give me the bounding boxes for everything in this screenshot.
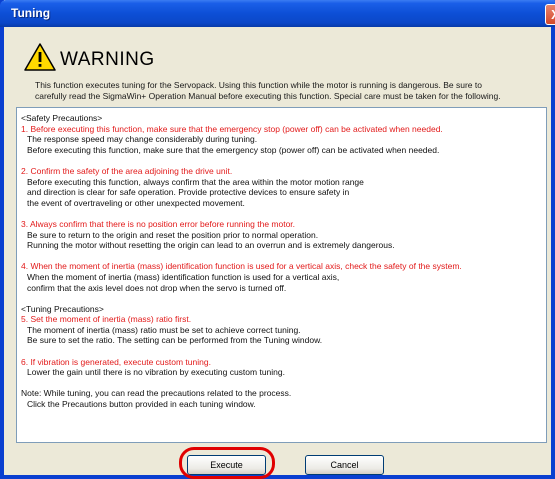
- precaution-4-title: 4. When the moment of inertia (mass) ide…: [21, 261, 462, 272]
- precaution-5-title: 5. Set the moment of inertia (mass) rati…: [21, 314, 192, 325]
- intro-text: This function executes tuning for the Se…: [35, 80, 550, 102]
- precaution-text: Before executing this function, make sur…: [27, 144, 440, 155]
- execute-button[interactable]: Execute: [187, 455, 266, 475]
- precaution-text: Lower the gain until there is no vibrati…: [27, 367, 285, 378]
- precaution-text: Be sure to return to the origin and rese…: [27, 229, 319, 240]
- precaution-2-title: 2. Confirm the safety of the area adjoin…: [21, 165, 233, 176]
- cancel-button[interactable]: Cancel: [305, 455, 384, 475]
- safety-precautions-header: <Safety Precautions>: [21, 113, 103, 123]
- precaution-text: The moment of inertia (mass) ratio must …: [27, 324, 301, 335]
- precaution-1-title: 1. Before executing this function, make …: [21, 123, 443, 134]
- precaution-text: Before executing this function, always c…: [27, 176, 364, 187]
- precaution-text: and direction is clear for safe operatio…: [27, 187, 350, 198]
- precaution-text: confirm that the axis level does not dro…: [27, 282, 287, 293]
- note-text: Note: While tuning, you can read the pre…: [21, 388, 292, 399]
- precaution-text: When the moment of inertia (mass) identi…: [27, 271, 340, 282]
- note-text: Click the Precautions button provided in…: [27, 399, 256, 410]
- precautions-textbox[interactable]: <Safety Precautions> 1. Before executing…: [16, 107, 547, 443]
- precaution-text: the event of overtraveling or other unex…: [27, 197, 245, 208]
- close-icon[interactable]: X: [545, 4, 555, 25]
- precaution-3-title: 3. Always confirm that there is no posit…: [21, 218, 296, 229]
- precaution-text: The response speed may change considerab…: [27, 134, 258, 145]
- precaution-text: Be sure to set the ratio. The setting ca…: [27, 335, 323, 346]
- title-bar[interactable]: Tuning X: [0, 0, 555, 27]
- precaution-text: Running the motor without resetting the …: [27, 240, 395, 251]
- window-title: Tuning: [11, 6, 51, 20]
- precaution-6-title: 6. If vibration is generated, execute cu…: [21, 356, 211, 367]
- warning-title: WARNING: [60, 49, 155, 70]
- tuning-precautions-header: <Tuning Precautions>: [21, 303, 104, 314]
- warning-triangle-icon: [24, 43, 56, 71]
- intro-line: This function executes tuning for the Se…: [35, 80, 482, 90]
- intro-line: carefully read the SigmaWin+ Operation M…: [35, 91, 501, 101]
